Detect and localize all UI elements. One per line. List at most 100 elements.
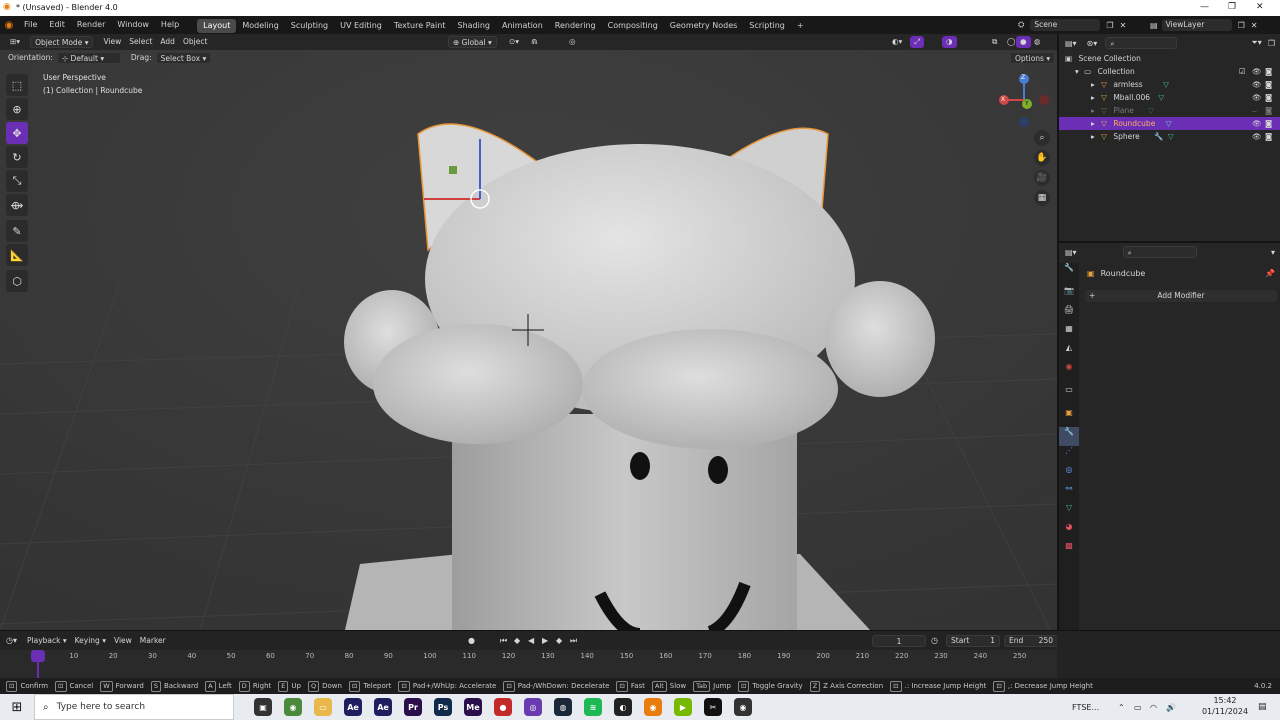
- new-scene-icon[interactable]: ❐: [1106, 21, 1113, 30]
- outliner-editor-icon[interactable]: ▤▾: [1065, 39, 1077, 48]
- material-tab-icon[interactable]: ◕: [1059, 522, 1079, 541]
- clock-time[interactable]: 15:42: [1200, 696, 1250, 705]
- media-encoder-icon[interactable]: Me: [464, 698, 482, 716]
- jump-start-icon[interactable]: ⏮: [500, 636, 507, 646]
- steam-icon[interactable]: ◍: [554, 698, 572, 716]
- editor-type-icon[interactable]: ⊞▾: [6, 36, 24, 48]
- new-collection-icon[interactable]: ❐: [1268, 39, 1275, 48]
- output-tab-icon[interactable]: 🖨: [1059, 305, 1079, 324]
- texture-tab-icon[interactable]: ▩: [1059, 541, 1079, 560]
- constraints-tab-icon[interactable]: ⚯: [1059, 484, 1079, 503]
- render-camera-icon[interactable]: ◙: [1265, 78, 1272, 91]
- menu-view[interactable]: View: [99, 36, 125, 48]
- current-frame-field[interactable]: 1: [872, 634, 926, 647]
- tab-scripting[interactable]: Scripting: [743, 19, 791, 33]
- outliner-row-armless[interactable]: ▸ ▽ armless ▽ 👁 ◙: [1059, 78, 1280, 91]
- blender-menu-icon[interactable]: ◉: [0, 20, 18, 31]
- delete-scene-icon[interactable]: ✕: [1120, 21, 1127, 30]
- tab-modeling[interactable]: Modeling: [236, 19, 284, 33]
- nvidia-icon[interactable]: ▶: [674, 698, 692, 716]
- visibility-eye-icon[interactable]: 👁: [1252, 117, 1262, 130]
- render-camera-icon[interactable]: ◙: [1265, 104, 1272, 117]
- tab-compositing[interactable]: Compositing: [602, 19, 664, 33]
- pan-hand-icon[interactable]: ✋: [1034, 150, 1050, 166]
- playback-menu[interactable]: Playback ▾: [23, 635, 71, 647]
- drag-dropdown[interactable]: Select Box ▾: [155, 52, 212, 64]
- visibility-eye-icon[interactable]: 👁: [1252, 130, 1262, 143]
- physics-tab-icon[interactable]: ◎: [1059, 465, 1079, 484]
- discord-icon[interactable]: ◎: [524, 698, 542, 716]
- tab-geometry-nodes[interactable]: Geometry Nodes: [664, 19, 743, 33]
- world-tab-icon[interactable]: ◉: [1059, 362, 1079, 381]
- shading-material-icon[interactable]: ◍: [1030, 36, 1045, 48]
- transform-orientation-dropdown[interactable]: ⊕ Global ▾: [448, 36, 497, 48]
- rotate-tool-icon[interactable]: ↻: [6, 146, 28, 168]
- outliner-row-plane[interactable]: ▸ ▽ Plane ▽ ⌣ ◙: [1059, 104, 1280, 117]
- outliner-row-scene-collection[interactable]: ▣ Scene Collection: [1059, 52, 1280, 65]
- premiere-icon[interactable]: Pr: [404, 698, 422, 716]
- snap-icon[interactable]: ⋒: [527, 36, 541, 48]
- taskbar-search-box[interactable]: ⌕ Type here to search: [34, 694, 234, 720]
- measure-tool-icon[interactable]: 📐: [6, 244, 28, 266]
- tray-chevron-icon[interactable]: ⌃: [1118, 703, 1125, 712]
- tab-texture-paint[interactable]: Texture Paint: [388, 19, 452, 33]
- record-icon[interactable]: ●: [468, 636, 475, 645]
- checkbox-icon[interactable]: ☑: [1239, 65, 1246, 78]
- scene-selector[interactable]: ⛭ Scene ❐ ✕: [1018, 18, 1126, 32]
- add-workspace-button[interactable]: +: [791, 19, 810, 33]
- github-icon[interactable]: ◐: [614, 698, 632, 716]
- outliner-row-roundcube[interactable]: ▸ ▽ Roundcube ▽ 👁 ◙: [1059, 117, 1280, 130]
- properties-editor-icon[interactable]: ▤▾: [1065, 248, 1077, 257]
- particles-tab-icon[interactable]: ⋰: [1059, 446, 1079, 465]
- outliner-search-input[interactable]: ⌕: [1105, 37, 1178, 49]
- xray-icon[interactable]: ⧉: [988, 36, 1001, 48]
- render-camera-icon[interactable]: ◙: [1265, 117, 1272, 130]
- collapse-arrow-icon[interactable]: ▸: [1091, 106, 1095, 115]
- prev-keyframe-icon[interactable]: ◆: [514, 636, 520, 645]
- annotate-tool-icon[interactable]: ✎: [6, 220, 28, 242]
- chrome-icon[interactable]: ◉: [284, 698, 302, 716]
- pivot-icon[interactable]: ⊙▾: [505, 36, 523, 48]
- gizmo-toggle-icon[interactable]: ⤢: [910, 36, 924, 48]
- object-mode-dropdown[interactable]: Object Mode ▾: [30, 36, 94, 48]
- marker-menu[interactable]: Marker: [136, 635, 170, 647]
- after-effects-2-icon[interactable]: Ae: [374, 698, 392, 716]
- ticker-label[interactable]: FTSE...: [1072, 703, 1099, 712]
- timeline-view-menu[interactable]: View: [110, 635, 136, 647]
- visibility-eye-icon[interactable]: 👁: [1252, 65, 1262, 78]
- tab-uv-editing[interactable]: UV Editing: [334, 19, 388, 33]
- camera-view-icon[interactable]: 🎥: [1034, 170, 1050, 186]
- tab-animation[interactable]: Animation: [496, 19, 549, 33]
- tab-rendering[interactable]: Rendering: [549, 19, 602, 33]
- outliner-row-mball[interactable]: ▸ ▽ Mball.006 ▽ 👁 ◙: [1059, 91, 1280, 104]
- transform-tool-icon[interactable]: ⟴: [6, 194, 28, 216]
- scene-name[interactable]: Scene: [1030, 19, 1101, 31]
- shading-solid-icon[interactable]: ●: [1016, 36, 1031, 48]
- panel-dropdown-icon[interactable]: ▾: [1271, 248, 1275, 257]
- blender-taskbar-icon[interactable]: ◉: [644, 698, 662, 716]
- windows-start-icon[interactable]: ⊞: [0, 700, 34, 715]
- wifi-icon[interactable]: ◠: [1150, 703, 1157, 712]
- tab-sculpting[interactable]: Sculpting: [285, 19, 334, 33]
- spotify-icon[interactable]: ≋: [584, 698, 602, 716]
- minimize-button[interactable]: —: [1200, 2, 1209, 12]
- volume-icon[interactable]: 🔊: [1166, 703, 1176, 712]
- outliner-row-collection[interactable]: ▾ ▭ Collection ☑ 👁 ◙: [1059, 65, 1280, 78]
- properties-search-input[interactable]: ⌕: [1122, 246, 1197, 258]
- proportional-edit-icon[interactable]: ◎: [565, 36, 580, 48]
- obs-icon[interactable]: ◉: [734, 698, 752, 716]
- menu-object[interactable]: Object: [179, 36, 211, 48]
- view-layer-tab-icon[interactable]: ▦: [1059, 324, 1079, 343]
- options-dropdown[interactable]: Options ▾: [1010, 52, 1056, 64]
- hidden-eye-icon[interactable]: ⌣: [1252, 104, 1257, 117]
- end-frame-field[interactable]: End 250: [1004, 634, 1058, 647]
- filter-icon[interactable]: ⏷▾: [1251, 38, 1261, 48]
- network-icon[interactable]: ▭: [1134, 703, 1142, 712]
- collapse-arrow-icon[interactable]: ▸: [1091, 93, 1095, 102]
- scale-tool-icon[interactable]: ⤡: [6, 170, 28, 192]
- display-mode-icon[interactable]: ⊛▾: [1087, 39, 1098, 48]
- perspective-toggle-icon[interactable]: ▦: [1034, 190, 1050, 206]
- play-reverse-icon[interactable]: ◀: [528, 636, 534, 645]
- capcut-icon[interactable]: ✂: [704, 698, 722, 716]
- play-icon[interactable]: ▶: [542, 636, 548, 645]
